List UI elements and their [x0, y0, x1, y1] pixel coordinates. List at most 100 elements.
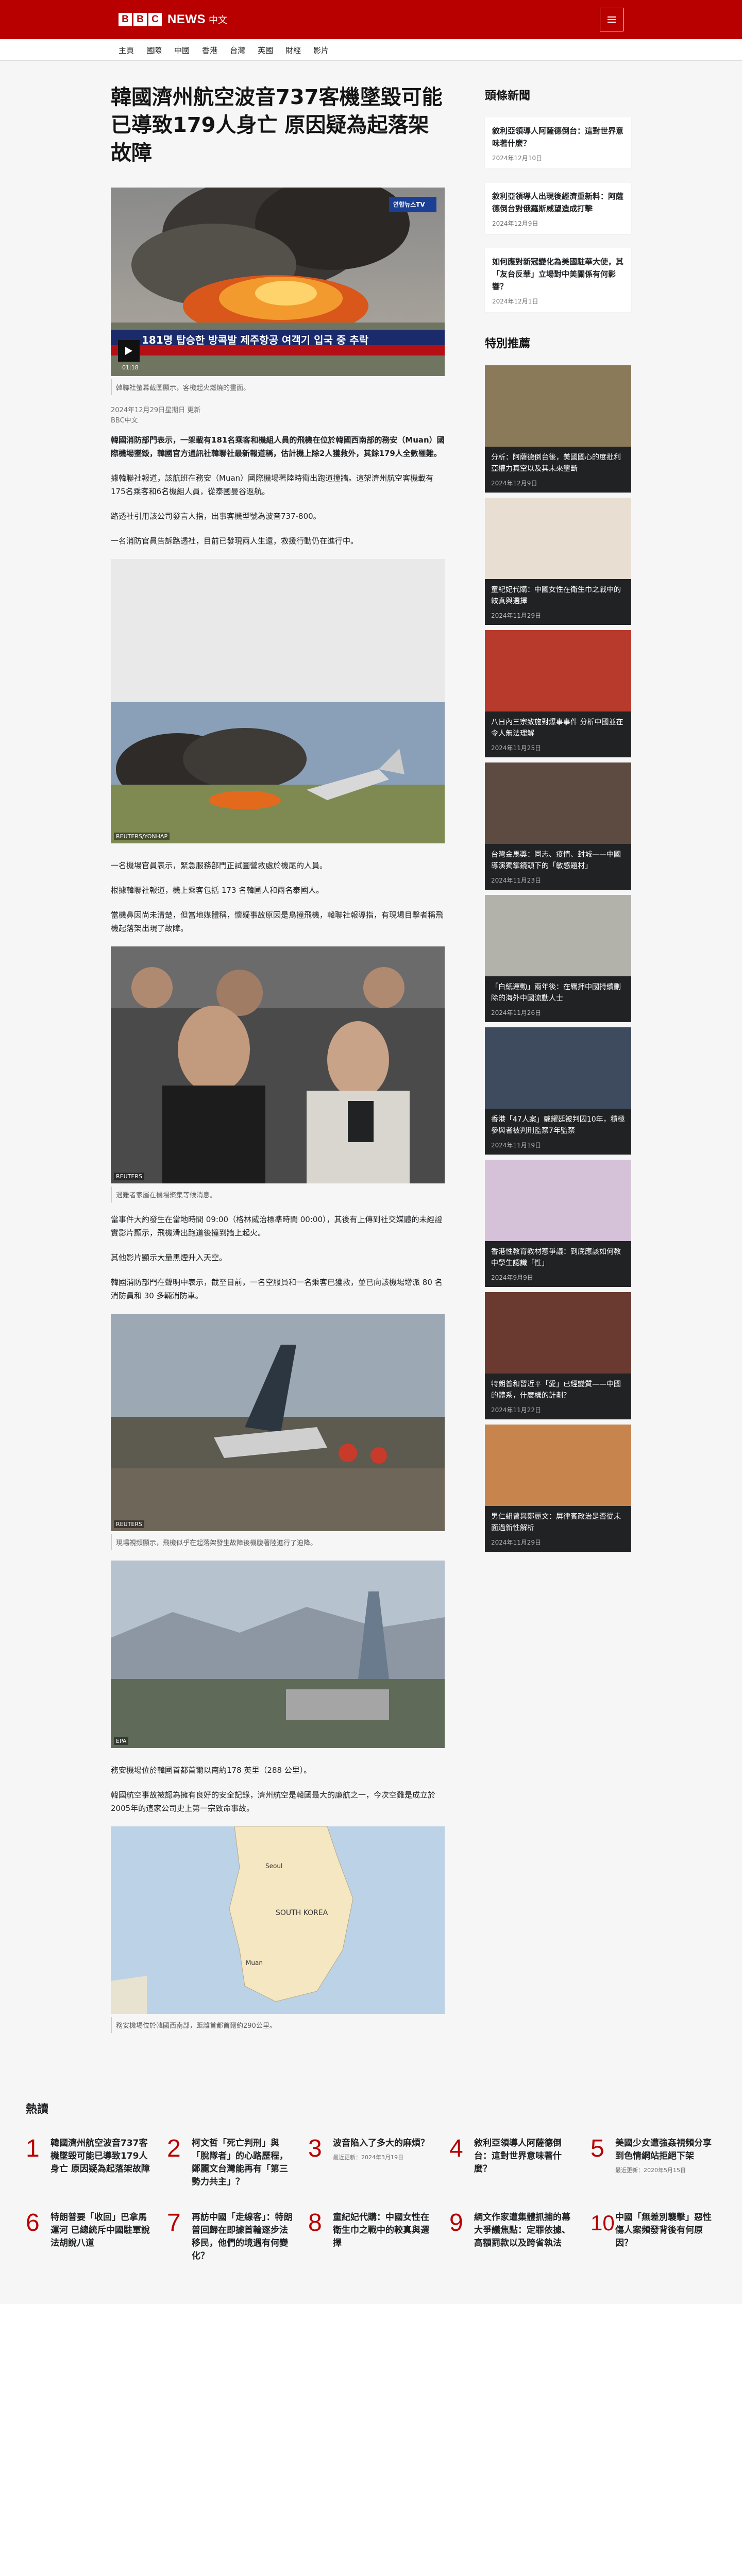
featured-image	[485, 365, 631, 447]
korea-map	[111, 1826, 445, 2014]
most-read-number: 1	[26, 2135, 40, 2162]
menu-button[interactable]	[600, 8, 623, 31]
featured-card[interactable]: 分析：阿薩德倒台後，美國國心的度批利亞權力真空以及其未來壟斷 2024年12月9…	[485, 365, 631, 493]
featured-card[interactable]: 童紀妃代購：中國女性在衛生巾之戰中的較真與選擇 2024年11月29日	[485, 498, 631, 625]
video-ticker: 181명 탑승한 방콕발 제주항공 여객기 입국 중 추락	[142, 334, 369, 346]
image-caption: 遇難者家屬在機場聚集等候消息。	[111, 1187, 445, 1202]
most-read-item[interactable]: 2 柯文哲「死亡判刑」與「脫隊者」的心路歷程，鄭麗文台灣能再有「第三勢力共主」？	[167, 2137, 293, 2189]
most-read-date: 最近更新：2020年5月15日	[615, 2167, 686, 2174]
article-paragraph: 根據韓聯社報道，機上乘客包括 173 名韓國人和兩名泰國人。	[111, 886, 324, 895]
nav-item-home[interactable]: 主頁	[119, 45, 134, 56]
most-read-title: 再訪中國「走線客」：特朗普回歸在即據首輪逐步法移民，他們的境遇有何變化？	[192, 2212, 293, 2261]
article-paragraph: 一名機場官員表示，緊急服務部門正試圖營救處於機尾的人員。	[111, 861, 328, 870]
top-news-card[interactable]: 如何應對新冠變化為美國駐華大使，其「友台反華」立場對中美關係有何影響？ 2024…	[485, 248, 631, 312]
featured-image	[485, 1160, 631, 1241]
logo-letter: B	[119, 13, 132, 26]
featured-title: 男仁組曾與鄭麗文：屏律賓政治是否從未面過新性解析	[491, 1513, 621, 1532]
most-read-item[interactable]: 9 網文作家遭集體抓捕的幕大爭議焦點：定罪依據、高額罰款以及跨省執法	[449, 2211, 575, 2263]
article-paragraph: 韓國消防部門表示，一架載有181名乘客和機組人員的飛機在位於韓國西南部的務安（M…	[111, 433, 445, 460]
article-paragraph: 務安機場位於韓國首都首爾以南約178 英里（288 公里）。	[111, 1766, 312, 1775]
article-image-aerial: EPA	[111, 1561, 445, 1748]
featured-card[interactable]: 特朗普和習近平「愛」已經變質——中國的體系，什麼樣的計劃？ 2024年11月22…	[485, 1292, 631, 1419]
featured-title: 童紀妃代購：中國女性在衛生巾之戰中的較真與選擇	[491, 586, 621, 605]
video-caption: 韓聯社螢幕截圖顯示，客機起火燃燒的畫面。	[111, 379, 445, 395]
bbc-news-logo[interactable]: B B C NEWS 中文	[119, 12, 227, 27]
article-video[interactable]: 연합뉴스TV 181명 탑승한 방콕발 제주항공 여객기 입국 중 추락 01:…	[111, 188, 445, 376]
featured-date: 2024年12月9日	[491, 480, 537, 487]
top-news-heading: 頭條新聞	[485, 90, 531, 103]
featured-date: 2024年11月26日	[491, 1009, 542, 1016]
article-paragraph: 據韓聯社報道，該航班在務安（Muan）國際機場著陸時衝出跑道撞牆。這架濟州航空客…	[111, 473, 434, 496]
featured-title: 香港「47人案」戴耀廷被判囚10年，積極參與者被判刑監禁7年監禁	[491, 1115, 625, 1135]
top-news-card[interactable]: 敘利亞領導人阿薩德倒台：這對世界意味著什麼？ 2024年12月10日	[485, 117, 631, 168]
featured-card[interactable]: 八日內三宗致施對爆事事件 分析中國並在令人無法理解 2024年11月25日	[485, 630, 631, 757]
article-map: Seoul SOUTH KOREA Muan	[111, 1826, 445, 2014]
nav-item-taiwan[interactable]: 台灣	[230, 45, 245, 56]
article: 韓國濟州航空波音737客機墜毀可能已導致179人身亡 原因疑為起落架故障 연합뉴…	[111, 79, 445, 2043]
article-image-tail: REUTERS	[111, 1314, 445, 1531]
featured-image	[485, 630, 631, 711]
featured-title: 香港性教育教材惹爭議：到底應該如何教中學生認識「性」	[491, 1248, 621, 1267]
featured-image	[485, 762, 631, 844]
play-button[interactable]	[118, 340, 140, 362]
most-read-title: 敘利亞領導人阿薩德倒台：這對世界意味著什麼？	[474, 2138, 562, 2174]
featured-title: 「白紙運動」兩年後：在羈押中國持續刪除的海外中國流動人士	[491, 983, 621, 1003]
aerial-photo	[111, 1561, 445, 1748]
nav-item-china[interactable]: 中國	[174, 45, 190, 56]
featured-card[interactable]: 香港「47人案」戴耀廷被判囚10年，積極參與者被判刑監禁7年監禁 2024年11…	[485, 1027, 631, 1155]
most-read-item[interactable]: 5 美國少女遭強姦視頻分享到色情網站拒絕下架 最近更新：2020年5月15日	[591, 2137, 716, 2189]
featured-date: 2024年11月19日	[491, 1142, 542, 1149]
top-bar: B B C NEWS 中文	[0, 0, 742, 39]
nav-item-uk[interactable]: 英國	[258, 45, 273, 56]
map-caption: 務安機場位於韓國西南部，距離首都首爾約290公里。	[111, 2017, 445, 2033]
most-read-date: 最近更新：2024年3月19日	[333, 2154, 403, 2161]
article-image-wreckage: REUTERS/YONHAP	[111, 702, 445, 843]
most-read-title: 美國少女遭強姦視頻分享到色情網站拒絕下架	[615, 2138, 712, 2161]
image-credit: REUTERS/YONHAP	[114, 833, 170, 840]
featured-card[interactable]: 「白紙運動」兩年後：在羈押中國持續刪除的海外中國流動人士 2024年11月26日	[485, 895, 631, 1022]
most-read-number: 8	[308, 2209, 322, 2236]
most-read-item[interactable]: 4 敘利亞領導人阿薩德倒台：這對世界意味著什麼？	[449, 2137, 575, 2189]
nav-item-video[interactable]: 影片	[313, 45, 329, 56]
most-read-number: 4	[449, 2135, 463, 2162]
most-read-item[interactable]: 3 波音陷入了多大的麻煩？ 最近更新：2024年3月19日	[308, 2137, 434, 2189]
article-paragraph: 一名消防官員告訴路透社，目前已發現兩人生還，救援行動仍在進行中。	[111, 536, 359, 546]
image-credit: REUTERS	[114, 1520, 144, 1528]
top-news-title: 敘利亞領導人阿薩德倒台：這對世界意味著什麼？	[492, 126, 624, 148]
most-read-item[interactable]: 10 中國「無差別襲擊」惡性傷人案頻發背後有何原因？	[591, 2211, 716, 2263]
play-icon	[125, 347, 132, 355]
most-read-number: 6	[26, 2209, 40, 2236]
featured-title: 分析：阿薩德倒台後，美國國心的度批利亞權力真空以及其未來壟斷	[491, 453, 621, 473]
most-read-title: 特朗普要「收回」巴拿馬運河 已總統斥中國駐軍說法胡說八道	[50, 2212, 150, 2248]
most-read-item[interactable]: 6 特朗普要「收回」巴拿馬運河 已總統斥中國駐軍說法胡說八道	[26, 2211, 151, 2263]
featured-date: 2024年9月9日	[491, 1274, 533, 1281]
tail-photo	[111, 1314, 445, 1531]
nav-item-business[interactable]: 財經	[285, 45, 301, 56]
article-author: BBC中文	[111, 417, 138, 425]
article-paragraph: 韓國消防部門在聲明中表示，截至目前，一名空服員和一名乘客已獲救，並已向該機場增派…	[111, 1278, 443, 1300]
featured-card[interactable]: 香港性教育教材惹爭議：到底應該如何教中學生認識「性」 2024年9月9日	[485, 1160, 631, 1287]
article-image-families: REUTERS	[111, 946, 445, 1183]
nav-item-hongkong[interactable]: 香港	[202, 45, 217, 56]
page-footer-space	[0, 2304, 742, 2572]
article-paragraph: 其他影片顯示大量黑煙升入天空。	[111, 1253, 227, 1262]
most-read-number: 3	[308, 2135, 322, 2162]
article-paragraph: 當機鼻因尚未清楚，但當地媒體稱，懷疑事故原因是鳥撞飛機，韓聯社報導指，有現場目擊…	[111, 910, 444, 933]
featured-heading: 特別推薦	[485, 337, 531, 350]
featured-card[interactable]: 台灣金馬獎：同志、疫情、封城——中國導演獨掌鏡頭下的「敏感題材」 2024年11…	[485, 762, 631, 890]
featured-date: 2024年11月25日	[491, 744, 542, 752]
most-read-item[interactable]: 8 童紀妃代購：中國女性在衛生巾之戰中的較真與選擇	[308, 2211, 434, 2263]
top-news-card[interactable]: 敘利亞領導人出現後經濟重新料：阿薩德倒台對俄羅斯威望造成打擊 2024年12月9…	[485, 183, 631, 234]
nav-item-world[interactable]: 國際	[146, 45, 162, 56]
featured-date: 2024年11月29日	[491, 1539, 542, 1546]
featured-image	[485, 1027, 631, 1109]
families-photo	[111, 946, 445, 1183]
top-news-date: 2024年12月9日	[492, 220, 538, 227]
most-read-item[interactable]: 1 韓國濟州航空波音737客機墜毀可能已導致179人身亡 原因疑為起落架故障	[26, 2137, 151, 2189]
top-news-date: 2024年12月1日	[492, 298, 538, 305]
embed-placeholder	[111, 559, 445, 702]
top-news-title: 如何應對新冠變化為美國駐華大使，其「友台反華」立場對中美關係有何影響？	[492, 257, 624, 291]
most-read-item[interactable]: 7 再訪中國「走線客」：特朗普回歸在即據首輪逐步法移民，他們的境遇有何變化？	[167, 2211, 293, 2263]
featured-image	[485, 895, 631, 976]
featured-card[interactable]: 男仁組曾與鄭麗文：屏律賓政治是否從未面過新性解析 2024年11月29日	[485, 1425, 631, 1552]
